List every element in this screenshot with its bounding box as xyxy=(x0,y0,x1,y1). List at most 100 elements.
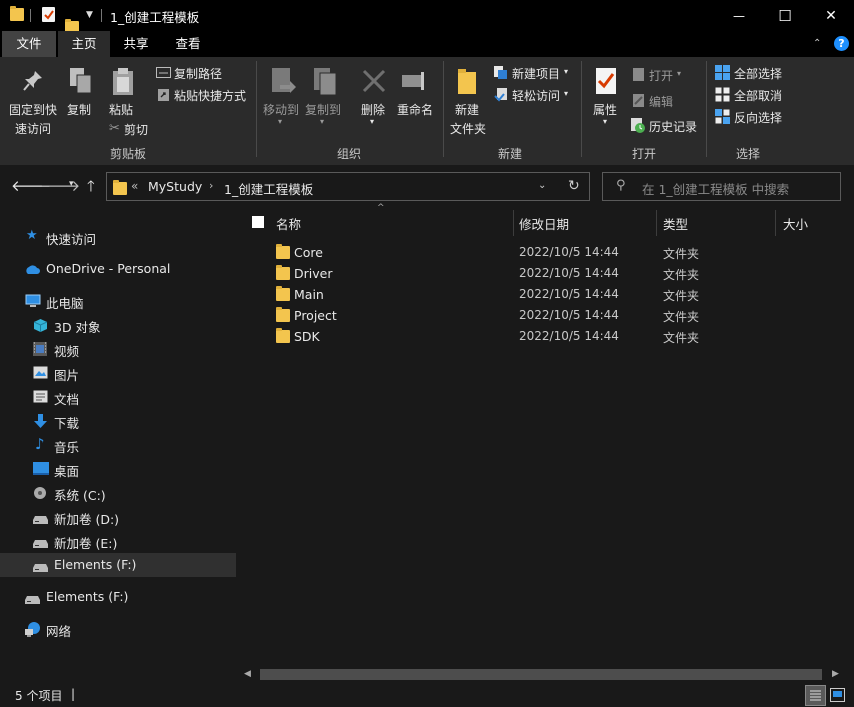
paste-shortcut-button[interactable]: 粘贴快捷方式 xyxy=(174,87,246,104)
nav-videos[interactable]: 视频 xyxy=(0,337,236,361)
maximize-button[interactable]: ☐ xyxy=(762,0,808,31)
collapse-ribbon-icon[interactable]: ⌃ xyxy=(813,38,821,49)
select-all-checkbox[interactable] xyxy=(252,216,264,228)
nav-documents[interactable]: 文档 xyxy=(0,385,236,409)
tab-share[interactable]: 共享 xyxy=(110,31,162,57)
nav-desktop[interactable]: 桌面 xyxy=(0,457,236,481)
easy-access-button[interactable]: 轻松访问 xyxy=(512,87,560,104)
nav-drive-e[interactable]: 新加卷 (E:) xyxy=(0,529,236,553)
group-label-open: 打开 xyxy=(632,147,657,161)
desktop-icon xyxy=(33,462,49,476)
cut-button[interactable]: 剪切 xyxy=(124,121,148,138)
breadcrumb-mystudy[interactable]: MyStudy xyxy=(148,179,202,194)
file-name: Main xyxy=(294,287,324,302)
paste-button[interactable]: 粘贴 xyxy=(109,101,133,118)
ribbon-separator xyxy=(443,61,444,157)
open-button[interactable]: 打开 xyxy=(649,67,673,84)
new-item-button[interactable]: 新建项目 xyxy=(512,65,560,82)
file-date: 2022/10/5 14:44 xyxy=(519,266,619,280)
column-header-name[interactable]: 名称 xyxy=(276,214,301,233)
table-row[interactable]: Core 2022/10/5 14:44 文件夹 xyxy=(238,242,828,263)
details-view-icon xyxy=(810,690,821,701)
recent-locations-button[interactable]: ▾ xyxy=(69,179,74,189)
select-none-button[interactable]: 全部取消 xyxy=(734,87,782,104)
edit-button[interactable]: 编辑 xyxy=(649,93,673,110)
help-icon[interactable]: ? xyxy=(834,36,849,51)
overflow-chevron[interactable]: « xyxy=(131,179,138,193)
column-separator[interactable] xyxy=(775,210,776,236)
nav-pictures[interactable]: 图片 xyxy=(0,361,236,385)
nav-network[interactable]: 网络 xyxy=(0,617,236,641)
file-type: 文件夹 xyxy=(663,289,700,303)
copy-to-button[interactable]: 复制到 xyxy=(305,101,341,118)
invert-selection-button[interactable]: 反向选择 xyxy=(734,109,782,126)
column-separator[interactable] xyxy=(656,210,657,236)
breadcrumb-current[interactable]: 1_创建工程模板 xyxy=(224,179,313,198)
move-to-button[interactable]: 移动到 xyxy=(263,101,299,118)
status-cursor: | xyxy=(71,687,76,701)
invert-selection-icon xyxy=(715,109,730,127)
forward-button[interactable]: 🡒 xyxy=(40,176,80,195)
column-separator[interactable] xyxy=(513,210,514,236)
nav-this-pc[interactable]: 此电脑 xyxy=(0,289,236,313)
tab-view[interactable]: 查看 xyxy=(162,31,214,57)
pin-quick-access-button[interactable]: 固定到快 速访问 xyxy=(9,101,57,137)
delete-button[interactable]: 删除 xyxy=(361,101,385,118)
horizontal-scrollbar[interactable]: ◀ ▶ xyxy=(238,666,854,684)
scroll-right-arrow[interactable]: ▶ xyxy=(832,669,839,679)
new-folder-icon xyxy=(458,69,478,98)
column-header-type[interactable]: 类型 xyxy=(663,214,688,233)
address-dropdown-button[interactable]: ⌄ xyxy=(538,180,546,191)
address-bar[interactable]: « MyStudy › 1_创建工程模板 ⌄ ↻ xyxy=(106,172,590,201)
network-icon xyxy=(24,622,40,637)
tab-file[interactable]: 文件 xyxy=(2,31,56,57)
nav-drive-f[interactable]: Elements (F:) xyxy=(0,553,236,577)
nav-3d-objects[interactable]: 3D 对象 xyxy=(0,313,236,337)
chevron-down-icon: ▾ xyxy=(603,117,608,126)
maximize-icon: ☐ xyxy=(778,6,792,25)
table-row[interactable]: SDK 2022/10/5 14:44 文件夹 xyxy=(238,326,828,347)
nav-downloads[interactable]: 下载 xyxy=(0,409,236,433)
properties-icon[interactable] xyxy=(42,7,55,22)
drive-icon xyxy=(33,537,48,551)
system-drive-icon xyxy=(33,486,48,500)
move-to-icon xyxy=(270,67,296,100)
scroll-left-arrow[interactable]: ◀ xyxy=(244,669,251,679)
copy-path-button[interactable]: 复制路径 xyxy=(174,65,222,82)
refresh-button[interactable]: ↻ xyxy=(568,178,580,194)
history-button[interactable]: 历史记录 xyxy=(649,118,697,135)
large-icons-view-button[interactable] xyxy=(830,688,845,705)
nav-elements-drive[interactable]: Elements (F:) xyxy=(0,585,236,609)
nav-quick-access[interactable]: ★ 快速访问 xyxy=(0,225,236,249)
file-name: SDK xyxy=(294,329,320,344)
tab-home[interactable]: 主页 xyxy=(58,31,110,57)
copy-button[interactable]: 复制 xyxy=(67,101,91,118)
properties-button[interactable]: 属性 xyxy=(593,101,617,118)
status-bar: 5 个项目 | xyxy=(0,684,854,707)
column-header-size[interactable]: 大小 xyxy=(783,214,808,233)
scrollbar-thumb[interactable] xyxy=(260,669,822,680)
customize-quick-access-icon[interactable]: ▼ xyxy=(86,10,93,20)
select-all-button[interactable]: 全部选择 xyxy=(734,65,782,82)
edit-icon xyxy=(632,93,645,111)
table-row[interactable]: Project 2022/10/5 14:44 文件夹 xyxy=(238,305,828,326)
details-view-button[interactable] xyxy=(805,685,826,706)
minimize-button[interactable]: — xyxy=(716,0,762,31)
computer-icon xyxy=(25,294,41,308)
drive-icon xyxy=(25,593,40,607)
nav-label: 快速访问 xyxy=(46,232,97,247)
column-header-date[interactable]: 修改日期 xyxy=(519,214,569,233)
rename-button[interactable]: 重命名 xyxy=(397,101,433,118)
table-row[interactable]: Driver 2022/10/5 14:44 文件夹 xyxy=(238,263,828,284)
up-button[interactable]: 🡑 xyxy=(87,176,95,201)
close-icon: ✕ xyxy=(825,7,837,24)
search-input[interactable]: ⚲ 在 1_创建工程模板 中搜索 xyxy=(602,172,841,201)
nav-drive-c[interactable]: 系统 (C:) xyxy=(0,481,236,505)
close-button[interactable]: ✕ xyxy=(808,0,854,31)
table-row[interactable]: Main 2022/10/5 14:44 文件夹 xyxy=(238,284,828,305)
nav-drive-d[interactable]: 新加卷 (D:) xyxy=(0,505,236,529)
nav-label: 图片 xyxy=(54,368,80,383)
nav-onedrive[interactable]: OneDrive - Personal xyxy=(0,257,236,281)
nav-music[interactable]: ♪ 音乐 xyxy=(0,433,236,457)
new-folder-button[interactable]: 新建 文件夹 xyxy=(450,101,486,137)
